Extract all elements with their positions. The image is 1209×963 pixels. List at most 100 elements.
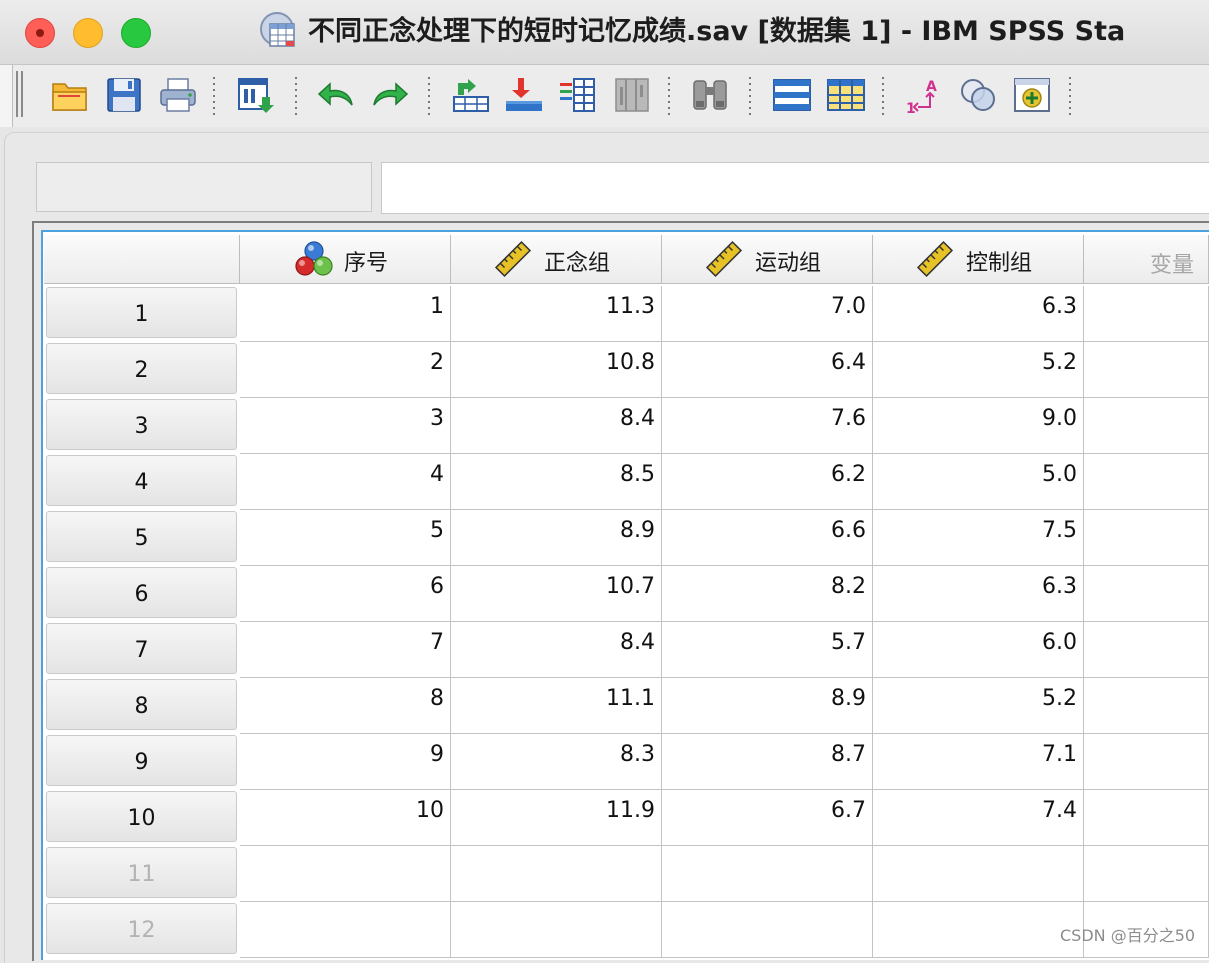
- data-cell[interactable]: [1084, 398, 1209, 454]
- row-header[interactable]: 3: [46, 399, 237, 450]
- row-header[interactable]: 1: [46, 287, 237, 338]
- data-cell[interactable]: [873, 902, 1084, 958]
- insert-variable-icon[interactable]: [826, 75, 866, 115]
- data-cell[interactable]: 6.3: [873, 566, 1084, 622]
- row-header[interactable]: 6: [46, 567, 237, 618]
- data-cell[interactable]: 5.7: [662, 622, 873, 678]
- column-header-empty-variable[interactable]: 变量: [1084, 235, 1209, 284]
- descriptives-icon[interactable]: [612, 75, 652, 115]
- data-cell[interactable]: 7.0: [662, 286, 873, 342]
- undo-arrow-icon[interactable]: [316, 75, 356, 115]
- row-header[interactable]: 10: [46, 791, 237, 842]
- data-cell[interactable]: [1084, 734, 1209, 790]
- data-cell[interactable]: 2: [240, 342, 451, 398]
- data-cell[interactable]: [1084, 342, 1209, 398]
- cell-reference-box[interactable]: [36, 162, 372, 212]
- data-cell[interactable]: [1084, 846, 1209, 902]
- data-cell[interactable]: [1084, 566, 1209, 622]
- data-cell[interactable]: [240, 902, 451, 958]
- row-header[interactable]: 11: [46, 847, 237, 898]
- data-cell[interactable]: [1084, 622, 1209, 678]
- column-header-控制组[interactable]: 控制组: [873, 235, 1084, 284]
- column-header-运动组[interactable]: 运动组: [662, 235, 873, 284]
- data-cell[interactable]: 8.4: [451, 398, 662, 454]
- data-cell[interactable]: 6.3: [873, 286, 1084, 342]
- row-header[interactable]: 8: [46, 679, 237, 730]
- data-cell[interactable]: 6.7: [662, 790, 873, 846]
- floppy-icon[interactable]: [104, 75, 144, 115]
- zoom-window-button[interactable]: [121, 18, 151, 48]
- row-header[interactable]: 5: [46, 511, 237, 562]
- data-cell[interactable]: 8.7: [662, 734, 873, 790]
- data-cell[interactable]: 7.1: [873, 734, 1084, 790]
- minimize-window-button[interactable]: [73, 18, 103, 48]
- data-cell[interactable]: 10: [240, 790, 451, 846]
- column-header-正念组[interactable]: 正念组: [451, 235, 662, 284]
- insert-cases-icon[interactable]: [772, 75, 812, 115]
- data-cell[interactable]: 8.2: [662, 566, 873, 622]
- printer-icon[interactable]: [158, 75, 198, 115]
- data-cell[interactable]: [451, 902, 662, 958]
- data-cell[interactable]: 9.0: [873, 398, 1084, 454]
- data-cell[interactable]: 8.9: [451, 510, 662, 566]
- close-window-button[interactable]: [25, 18, 55, 48]
- data-cell[interactable]: 7.6: [662, 398, 873, 454]
- folder-open-icon[interactable]: [50, 75, 90, 115]
- data-cell[interactable]: 6.4: [662, 342, 873, 398]
- row-header[interactable]: 4: [46, 455, 237, 506]
- data-cell[interactable]: [1084, 678, 1209, 734]
- data-cell[interactable]: 6.0: [873, 622, 1084, 678]
- data-cell[interactable]: 5.0: [873, 454, 1084, 510]
- data-cell[interactable]: 7: [240, 622, 451, 678]
- data-cell[interactable]: 8: [240, 678, 451, 734]
- data-cell[interactable]: 5.2: [873, 342, 1084, 398]
- data-cell[interactable]: [1084, 510, 1209, 566]
- row-header[interactable]: 9: [46, 735, 237, 786]
- data-cell[interactable]: 7.4: [873, 790, 1084, 846]
- goto-case-icon[interactable]: [450, 75, 490, 115]
- data-cell[interactable]: 11.1: [451, 678, 662, 734]
- data-cell[interactable]: 4: [240, 454, 451, 510]
- row-header[interactable]: 7: [46, 623, 237, 674]
- data-cell[interactable]: 8.4: [451, 622, 662, 678]
- data-cell[interactable]: 8.5: [451, 454, 662, 510]
- data-cell[interactable]: 11.3: [451, 286, 662, 342]
- goto-variable-icon[interactable]: [504, 75, 544, 115]
- variables-list-icon[interactable]: [558, 75, 598, 115]
- data-cell[interactable]: 8.9: [662, 678, 873, 734]
- data-cell[interactable]: [662, 846, 873, 902]
- data-cell[interactable]: [662, 902, 873, 958]
- data-cell[interactable]: 9: [240, 734, 451, 790]
- data-cell[interactable]: [1084, 454, 1209, 510]
- redo-arrow-icon[interactable]: [370, 75, 410, 115]
- data-cell[interactable]: [1084, 286, 1209, 342]
- binoculars-icon[interactable]: [690, 75, 730, 115]
- show-variables-icon[interactable]: [1012, 75, 1052, 115]
- value-labels-icon[interactable]: A 1: [904, 75, 944, 115]
- data-cell[interactable]: 3: [240, 398, 451, 454]
- data-cell[interactable]: 7.5: [873, 510, 1084, 566]
- data-cell[interactable]: [1084, 790, 1209, 846]
- data-cell[interactable]: 8.3: [451, 734, 662, 790]
- row-header[interactable]: 2: [46, 343, 237, 394]
- data-cell[interactable]: 1: [240, 286, 451, 342]
- toolbar-edge: [0, 65, 13, 127]
- data-cell[interactable]: [451, 846, 662, 902]
- data-cell[interactable]: 6: [240, 566, 451, 622]
- data-cell[interactable]: [873, 846, 1084, 902]
- cell-value-editor[interactable]: [381, 162, 1209, 214]
- row-header[interactable]: 12: [46, 903, 237, 954]
- data-cell[interactable]: 11.9: [451, 790, 662, 846]
- data-cell[interactable]: 10.8: [451, 342, 662, 398]
- column-header-序号[interactable]: 序号: [240, 235, 451, 284]
- data-cell[interactable]: 10.7: [451, 566, 662, 622]
- toolbar-grip[interactable]: [16, 71, 23, 117]
- data-cell[interactable]: 6.6: [662, 510, 873, 566]
- data-cell[interactable]: 6.2: [662, 454, 873, 510]
- dialog-recall-icon[interactable]: [236, 75, 276, 115]
- data-cell[interactable]: [240, 846, 451, 902]
- data-cell[interactable]: 5.2: [873, 678, 1084, 734]
- variable-sets-icon[interactable]: [958, 75, 998, 115]
- data-cell[interactable]: 5: [240, 510, 451, 566]
- grid-corner-cell[interactable]: [44, 235, 240, 284]
